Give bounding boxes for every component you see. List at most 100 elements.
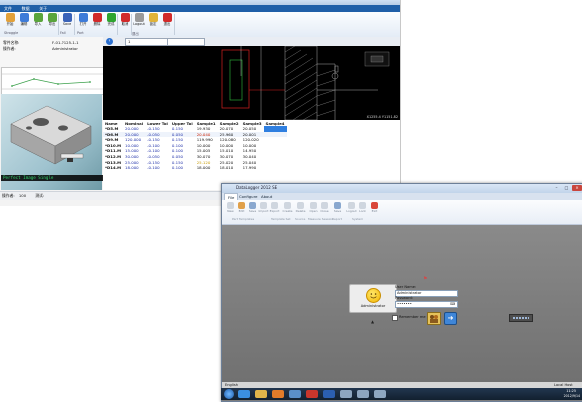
window-title: DataLogger 2012 SE [236, 185, 278, 190]
ribbon-separator [117, 14, 118, 35]
keyboard-icon[interactable]: ⌨ [450, 302, 455, 306]
close-ribbon-button[interactable]: Close [319, 202, 330, 213]
ribbon-label: Save [62, 22, 72, 26]
import-icon [260, 202, 267, 209]
password-field[interactable]: ••••••• [395, 301, 458, 308]
lock-ribbon-button[interactable]: Lock [357, 202, 368, 213]
cad-drawing-view[interactable]: X1255.4 Y1151.82 [103, 46, 400, 120]
status-left-value: 100 [18, 193, 27, 198]
ribbon-label: Import [258, 209, 269, 213]
login-window: DataLogger 2012 SE – □ × File Configure … [221, 183, 582, 402]
table-cell[interactable]: 17.990 [241, 165, 264, 171]
create-ribbon-button[interactable]: Create [282, 202, 293, 213]
column-header[interactable]: Sample4 [264, 120, 287, 126]
app3-icon[interactable] [357, 390, 369, 398]
check-button[interactable]: 完成 [104, 13, 118, 26]
save-icon [249, 202, 256, 209]
ribbon-label: 退出 [163, 22, 171, 26]
ribbon-group-label: Measure Session [308, 217, 334, 221]
import-ribbon-button[interactable]: Import [258, 202, 269, 213]
table-cell[interactable] [264, 165, 287, 171]
lock-icon [148, 13, 158, 22]
new-ribbon-button[interactable]: New [225, 202, 236, 213]
export-ribbon-button[interactable]: Export [269, 202, 280, 213]
save-button[interactable]: Save [60, 13, 74, 26]
app2-icon[interactable] [340, 390, 352, 398]
ribbon-label: 导入 [34, 22, 42, 26]
open-icon [310, 202, 317, 209]
start-button[interactable] [224, 389, 234, 399]
pencil-button[interactable]: 编辑 [17, 13, 31, 26]
ie-icon[interactable] [238, 390, 250, 398]
minimize-button[interactable]: – [552, 185, 561, 191]
lock-icon [359, 202, 366, 209]
ribbon-group-label: Fail [60, 31, 66, 35]
back-window-menubar: 文件 数据 关于 [0, 5, 400, 12]
back-ribbon: 开始 编辑 导入 导出 Save 打开 删除 完成 取消 Logout 锁定 退出 Stroggle Fa… [0, 12, 400, 38]
logout-button[interactable]: Logout [132, 13, 146, 26]
pdf-icon[interactable] [306, 390, 318, 398]
ribbon-label: Close [320, 209, 329, 213]
app-icon[interactable] [289, 390, 301, 398]
ribbon-label: Open [309, 209, 318, 213]
login-arrow-button[interactable]: ➜ [444, 312, 457, 325]
ribbon-separator [58, 14, 59, 35]
users-button[interactable] [427, 312, 441, 325]
table-row[interactable]: *D14.M 18.000 -0.100 0.100 18.000 18.010 17.99… [103, 165, 287, 171]
open-button[interactable]: 打开 [76, 13, 90, 26]
flag-icon[interactable]: ⚑ [423, 276, 427, 282]
login-window-titlebar[interactable]: DataLogger 2012 SE – □ × [222, 184, 582, 193]
app4-icon[interactable] [374, 390, 386, 398]
media-icon[interactable] [272, 390, 284, 398]
table-cell[interactable]: *D12.M [103, 154, 123, 160]
folder-icon[interactable] [255, 390, 267, 398]
menu-file[interactable]: 文件 [0, 5, 16, 12]
logout-icon [348, 202, 355, 209]
word-icon[interactable] [323, 390, 335, 398]
table-cell[interactable]: 18.010 [218, 165, 241, 171]
export-icon [47, 13, 57, 22]
tab-configure[interactable]: Configure [236, 193, 260, 200]
import-button[interactable]: 导入 [31, 13, 45, 26]
table-cell[interactable]: 18.000 [195, 165, 218, 171]
pencil-icon [19, 13, 29, 22]
delete-ribbon-button[interactable]: Delete [295, 202, 306, 213]
logout-ribbon-button[interactable]: Logout [346, 202, 357, 213]
ribbon-label: New [227, 209, 234, 213]
save-ribbon-button[interactable]: Save [247, 202, 258, 213]
open-ribbon-button[interactable]: Open [308, 202, 319, 213]
ribbon-label: 编辑 [20, 22, 28, 26]
close-window-button[interactable]: × [572, 185, 582, 191]
exit-ribbon-button[interactable]: Exit [369, 202, 380, 213]
cad-page-field[interactable]: 1 [125, 38, 169, 46]
back-nav-icon[interactable]: ‹ [106, 38, 113, 45]
exit-button[interactable]: 退出 [160, 13, 174, 26]
table-cell[interactable]: *D14.M [103, 165, 123, 171]
host-status: Local Host [554, 383, 573, 387]
tab-about[interactable]: About [258, 193, 275, 200]
remember-me-checkbox[interactable] [392, 315, 398, 321]
cad-scale-field[interactable] [167, 38, 205, 46]
table-cell[interactable]: 0.100 [170, 165, 195, 171]
ribbon-separator [74, 14, 75, 35]
pencil-ribbon-button[interactable]: Edit [236, 202, 247, 213]
menu-data[interactable]: 数据 [18, 5, 34, 12]
part-name-value: F-01-?125-1-1 [52, 40, 79, 45]
export-button[interactable]: 导出 [45, 13, 59, 26]
exit-icon [371, 202, 378, 209]
user-card[interactable]: Administrator [349, 284, 397, 313]
clock-time[interactable]: 11:25 [566, 389, 576, 393]
maximize-button[interactable]: □ [562, 185, 571, 191]
language-selector[interactable]: English [225, 383, 238, 387]
stop-button[interactable]: 删除 [90, 13, 104, 26]
open-icon [78, 13, 88, 22]
remember-me-label: Remember me [399, 315, 426, 319]
menu-about[interactable]: 关于 [35, 5, 51, 12]
gear-button[interactable]: 开始 [3, 13, 17, 26]
clock-date[interactable]: 2012/9/14 [564, 394, 580, 398]
table-cell[interactable]: -0.100 [145, 165, 170, 171]
save-ribbon-button[interactable]: Save [332, 202, 343, 213]
lock-button[interactable]: 锁定 [146, 13, 160, 26]
table-cell[interactable]: 18.000 [123, 165, 145, 171]
close-button[interactable]: 取消 [118, 13, 132, 26]
